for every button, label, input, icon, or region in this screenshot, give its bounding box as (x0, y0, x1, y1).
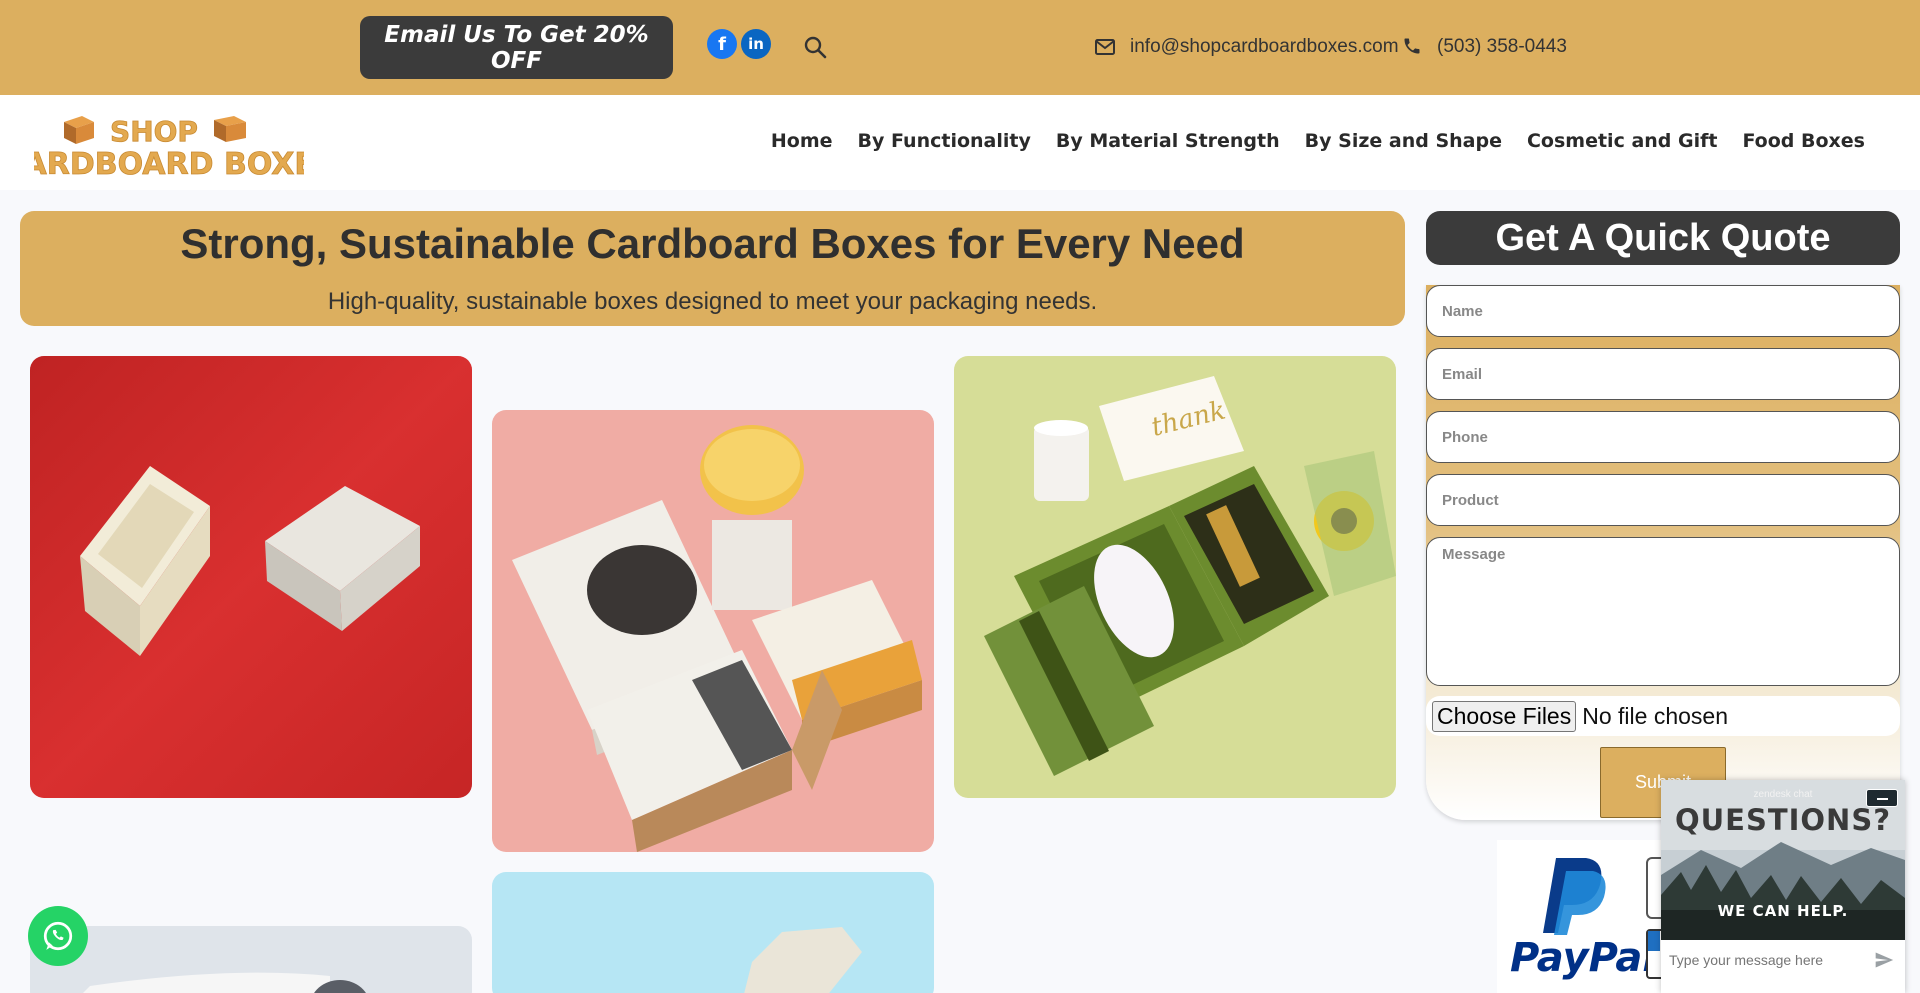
nav-food-boxes[interactable]: Food Boxes (1742, 130, 1865, 152)
hero-title: Strong, Sustainable Cardboard Boxes for … (180, 220, 1245, 267)
message-field[interactable] (1426, 537, 1900, 686)
whatsapp-button[interactable] (28, 906, 88, 966)
nav-cosmetic-and-gift[interactable]: Cosmetic and Gift (1527, 130, 1717, 152)
phone-icon (1404, 38, 1420, 54)
file-status: No file chosen (1582, 702, 1728, 729)
card-logo (1646, 857, 1661, 919)
card-logo-accent (1648, 931, 1660, 951)
facebook-icon[interactable]: f (707, 29, 737, 59)
product-field[interactable] (1426, 474, 1900, 526)
mail-icon (1095, 39, 1115, 55)
box-logo-icon (214, 116, 246, 142)
product-photo-gift-box[interactable]: thank (954, 356, 1396, 798)
main-nav: Home By Functionality By Material Streng… (746, 130, 1865, 152)
email-link[interactable]: info@shopcardboardboxes.com (1130, 36, 1399, 58)
phone-field[interactable] (1426, 411, 1900, 463)
top-bar (0, 0, 1920, 95)
product-photo-white-boxes[interactable] (30, 356, 472, 798)
choose-files-button[interactable]: Choose Files (1432, 700, 1577, 732)
chat-message-input[interactable] (1661, 940, 1871, 980)
nav-by-size-and-shape[interactable]: By Size and Shape (1305, 130, 1502, 152)
whatsapp-icon (43, 921, 73, 951)
hero-banner: Strong, Sustainable Cardboard Boxes for … (20, 211, 1405, 326)
linkedin-icon[interactable]: in (741, 29, 771, 59)
name-field[interactable] (1426, 285, 1900, 337)
chat-subtitle: WE CAN HELP. (1717, 902, 1849, 920)
chat-title: QUESTIONS? (1674, 803, 1892, 837)
product-photo-blue-box[interactable] (492, 872, 934, 993)
nav-home[interactable]: Home (771, 130, 833, 152)
paypal-logo-icon (1543, 858, 1606, 935)
send-icon[interactable] (1874, 950, 1894, 970)
product-photo-mailer-box[interactable] (30, 926, 472, 993)
phone-link[interactable]: (503) 358-0443 (1437, 36, 1567, 58)
email-discount-button[interactable]: Email Us To Get 20% OFF (360, 16, 673, 79)
nav-by-material-strength[interactable]: By Material Strength (1056, 130, 1280, 152)
box-logo-icon (64, 116, 94, 144)
svg-text:CARDBOARD BOXES: CARDBOARD BOXES (34, 147, 304, 178)
svg-text:SHOP: SHOP (110, 115, 198, 148)
email-field[interactable] (1426, 348, 1900, 400)
paypal-wordmark: PayPal (1510, 935, 1657, 981)
product-photo-soap-boxes[interactable] (492, 410, 934, 852)
search-icon[interactable] (803, 35, 827, 59)
quote-title: Get A Quick Quote (1426, 211, 1900, 265)
site-logo[interactable]: SHOP CARDBOARD BOXES (34, 108, 304, 178)
nav-by-functionality[interactable]: By Functionality (858, 130, 1031, 152)
file-upload: Choose Files No file chosen (1426, 696, 1900, 736)
hero-subtitle: High-quality, sustainable boxes designed… (327, 288, 1098, 315)
